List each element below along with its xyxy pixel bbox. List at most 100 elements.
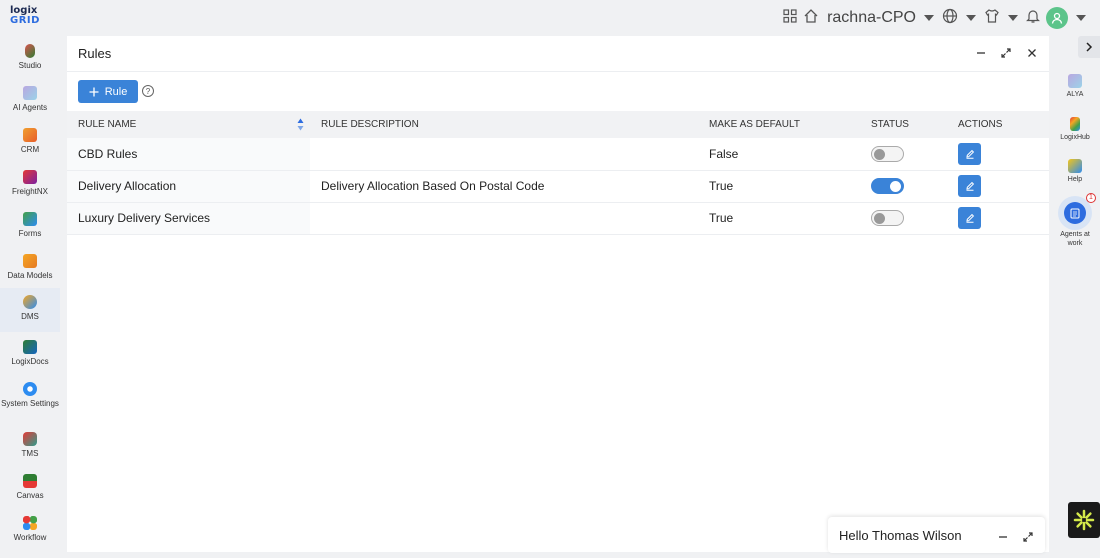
page-title: Rules bbox=[78, 46, 112, 61]
chat-expand-icon[interactable] bbox=[1023, 529, 1033, 547]
status-toggle[interactable] bbox=[871, 178, 904, 194]
rule-description-cell: Delivery Allocation Based On Postal Code bbox=[310, 170, 698, 203]
nav-label: TMS bbox=[21, 449, 39, 458]
pencil-icon bbox=[965, 181, 974, 191]
expand-icon[interactable] bbox=[998, 45, 1014, 61]
nav-item-workflow[interactable]: Workflow bbox=[0, 516, 60, 542]
chat-widget[interactable]: Hello Thomas Wilson bbox=[828, 517, 1045, 553]
nav-item-ai-agents[interactable]: AI Agents bbox=[0, 86, 60, 112]
minimize-icon[interactable] bbox=[973, 45, 989, 61]
rail-label: LogixHub bbox=[1060, 134, 1090, 141]
nav-item-data-models[interactable]: Data Models bbox=[0, 254, 60, 280]
nav-label: LogixDocs bbox=[11, 357, 49, 366]
table-row: Luxury Delivery Services True bbox=[67, 202, 1049, 235]
nav-item-crm[interactable]: CRM bbox=[0, 128, 60, 154]
rail-item-agents-at-work[interactable]: 1 Agents at work bbox=[1050, 193, 1100, 248]
nav-item-dms[interactable]: DMS bbox=[0, 288, 60, 332]
add-rule-label: Rule bbox=[104, 85, 128, 98]
status-toggle[interactable] bbox=[871, 210, 904, 226]
column-header-rule-name[interactable]: RULE NAME bbox=[67, 111, 310, 138]
actions-cell bbox=[947, 138, 1049, 171]
rail-item-help[interactable]: Help bbox=[1050, 159, 1100, 183]
status-cell bbox=[860, 170, 947, 203]
chevron-right-icon bbox=[1086, 42, 1093, 52]
edit-rule-button[interactable] bbox=[958, 175, 981, 197]
profile-caret-icon[interactable] bbox=[1076, 15, 1086, 21]
nav-item-logixdocs[interactable]: LogixDocs bbox=[0, 340, 60, 366]
nav-label: System Settings bbox=[1, 399, 59, 408]
column-header-status: STATUS bbox=[860, 111, 947, 138]
status-toggle[interactable] bbox=[871, 145, 904, 162]
grid-apps-icon[interactable] bbox=[783, 8, 797, 28]
top-right-controls: rachna-CPO bbox=[783, 6, 1088, 30]
avatar[interactable] bbox=[1046, 7, 1068, 29]
collapse-rail-button[interactable] bbox=[1078, 36, 1100, 58]
toggle-knob bbox=[874, 148, 885, 160]
help-question-icon[interactable]: ? bbox=[142, 85, 154, 97]
table-header-row: RULE NAME RULE DESCRIPTION MAKE AS DEFAU… bbox=[67, 111, 1049, 138]
sort-icon[interactable] bbox=[297, 118, 304, 131]
edit-rule-button[interactable] bbox=[958, 142, 981, 165]
status-cell bbox=[860, 138, 947, 171]
rail-item-logixhub[interactable]: LogixHub bbox=[1050, 117, 1100, 141]
canvas-icon bbox=[23, 474, 37, 488]
bell-icon[interactable] bbox=[1026, 8, 1040, 29]
nav-label: Data Models bbox=[7, 271, 53, 280]
alya-icon bbox=[1068, 74, 1082, 88]
language-caret-icon[interactable] bbox=[966, 15, 976, 21]
nav-label: FreightNX bbox=[11, 187, 48, 196]
table-row: CBD Rules False bbox=[67, 138, 1049, 171]
make-as-default-cell: False bbox=[698, 138, 860, 171]
current-user-name[interactable]: rachna-CPO bbox=[827, 9, 916, 27]
user-menu-caret-icon[interactable] bbox=[924, 15, 934, 21]
rules-table: RULE NAME RULE DESCRIPTION MAKE AS DEFAU… bbox=[67, 111, 1049, 235]
logixdocs-icon bbox=[23, 340, 37, 354]
freightnx-icon bbox=[23, 170, 37, 184]
home-icon[interactable] bbox=[803, 8, 819, 29]
workflow-icon bbox=[23, 516, 37, 530]
column-header-label: STATUS bbox=[871, 119, 909, 130]
close-icon[interactable] bbox=[1024, 45, 1040, 61]
logo-text-line2: GRID bbox=[10, 15, 40, 26]
chat-minimize-icon[interactable] bbox=[998, 529, 1008, 547]
table-row: Delivery Allocation Delivery Allocation … bbox=[67, 170, 1049, 203]
tms-icon bbox=[23, 432, 37, 446]
pencil-icon bbox=[965, 213, 974, 223]
nav-item-studio[interactable]: Studio bbox=[0, 44, 60, 70]
assistant-sparkle-icon[interactable] bbox=[1068, 502, 1100, 538]
rail-item-alya[interactable]: ALYA bbox=[1050, 74, 1100, 98]
theme-caret-icon[interactable] bbox=[1008, 15, 1018, 21]
nav-item-canvas[interactable]: Canvas bbox=[0, 474, 60, 500]
rule-description-cell bbox=[310, 202, 698, 235]
nav-item-freightnx[interactable]: FreightNX bbox=[0, 170, 60, 196]
rule-name-cell: CBD Rules bbox=[67, 138, 310, 171]
globe-icon[interactable] bbox=[942, 8, 958, 29]
ai-agents-icon bbox=[23, 86, 37, 100]
shirt-icon[interactable] bbox=[984, 8, 1000, 29]
logixhub-icon bbox=[1070, 117, 1080, 131]
notification-badge: 1 bbox=[1086, 193, 1096, 203]
toggle-knob bbox=[890, 181, 901, 192]
top-bar: logix GRID rachna-CPO bbox=[0, 0, 1100, 36]
left-nav: Studio AI Agents CRM FreightNX Forms Dat… bbox=[0, 36, 60, 558]
rules-panel: Rules Rule ? RULE NAME RULE DESCRIPTION … bbox=[67, 36, 1049, 552]
forms-icon bbox=[23, 212, 37, 226]
rail-label: Agents at work bbox=[1060, 231, 1090, 247]
nav-item-forms[interactable]: Forms bbox=[0, 212, 60, 238]
make-as-default-cell: True bbox=[698, 170, 860, 203]
nav-item-system-settings[interactable]: System Settings bbox=[0, 382, 60, 408]
agents-at-work-icon: 1 bbox=[1058, 193, 1096, 230]
status-cell bbox=[860, 202, 947, 235]
toggle-knob bbox=[874, 213, 885, 224]
nav-label: Canvas bbox=[16, 491, 44, 500]
robot-icon bbox=[1064, 202, 1086, 224]
crm-icon bbox=[23, 128, 37, 142]
actions-cell bbox=[947, 202, 1049, 235]
right-rail: ALYA LogixHub Help 1 Agents at work bbox=[1050, 36, 1100, 558]
studio-icon bbox=[25, 44, 35, 58]
dms-icon bbox=[23, 295, 37, 309]
edit-rule-button[interactable] bbox=[958, 207, 981, 229]
nav-item-tms[interactable]: TMS bbox=[0, 432, 60, 458]
logixgrid-logo[interactable]: logix GRID bbox=[10, 6, 40, 30]
add-rule-button[interactable]: Rule bbox=[78, 80, 138, 103]
